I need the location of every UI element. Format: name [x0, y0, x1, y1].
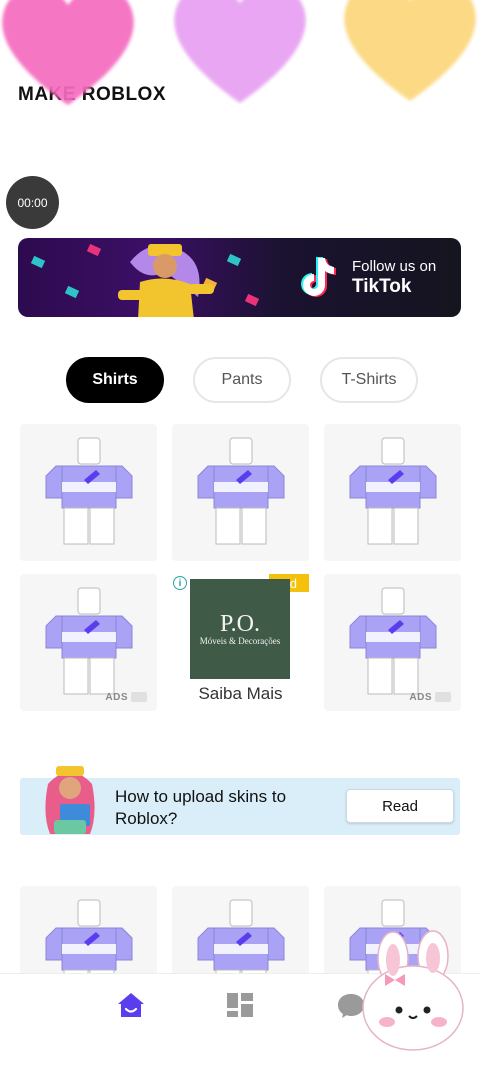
ads-video-icon [435, 692, 451, 703]
shirt-item[interactable]: ADS [324, 574, 461, 711]
ad-image[interactable]: P.O. Móveis & Decorações [190, 579, 290, 679]
ad-brand-subtitle: Móveis & Decorações [199, 636, 281, 646]
ads-label: ADS [105, 692, 147, 703]
banner-follow-text: Follow us on [352, 258, 437, 275]
banner-brand: TikTok [352, 276, 412, 297]
shirt-item[interactable] [324, 424, 461, 561]
tiktok-banner[interactable]: Follow us on TikTok [18, 238, 461, 317]
bunny-sticker [362, 930, 464, 1051]
info-icon[interactable]: i [173, 576, 187, 590]
category-tabs: Shirts Pants T-Shirts [66, 357, 418, 403]
reading-girl-illustration [45, 766, 95, 834]
ads-label-text: ADS [105, 692, 128, 703]
shirt-item[interactable] [172, 424, 309, 561]
read-button[interactable]: Read [346, 789, 454, 823]
tab-pants[interactable]: Pants [193, 357, 291, 403]
yellow-heart-sticker [340, 0, 480, 106]
ad-brand-name: P.O. [219, 611, 261, 637]
shirt-preview [349, 437, 437, 545]
ad-cta[interactable]: Saiba Mais [172, 684, 309, 704]
pink-heart-sticker [0, 0, 138, 110]
ads-label: ADS [409, 692, 451, 703]
tab-tshirts[interactable]: T-Shirts [320, 357, 418, 403]
shirt-preview [349, 587, 437, 695]
recording-timer[interactable]: 00:00 [6, 176, 59, 229]
upload-guide-banner[interactable]: How to upload skins to Roblox? Read [20, 766, 460, 835]
shirt-item[interactable] [20, 424, 157, 561]
confetti-shape [30, 255, 46, 269]
confetti-shape [244, 293, 260, 307]
tiktok-icon [301, 257, 336, 297]
violet-heart-sticker [170, 0, 310, 108]
confetti-shape [64, 285, 80, 299]
tab-shirts[interactable]: Shirts [66, 357, 164, 403]
ads-video-icon [131, 692, 147, 703]
shirt-item[interactable]: ADS [20, 574, 157, 711]
confetti-shape [86, 243, 102, 257]
roblox-avatar-illustration [118, 244, 214, 317]
ads-label-text: ADS [409, 692, 432, 703]
ad-card[interactable]: i Ad P.O. Móveis & Decorações Saiba Mais [172, 574, 309, 711]
shirt-preview [45, 437, 133, 545]
confetti-shape [226, 253, 242, 267]
shirt-preview [45, 587, 133, 695]
dashboard-icon[interactable] [226, 992, 254, 1018]
shirt-preview [197, 437, 285, 545]
upload-guide-question: How to upload skins to Roblox? [115, 787, 287, 828]
ad-brand: P.O. [220, 612, 260, 636]
home-icon[interactable] [117, 992, 145, 1018]
